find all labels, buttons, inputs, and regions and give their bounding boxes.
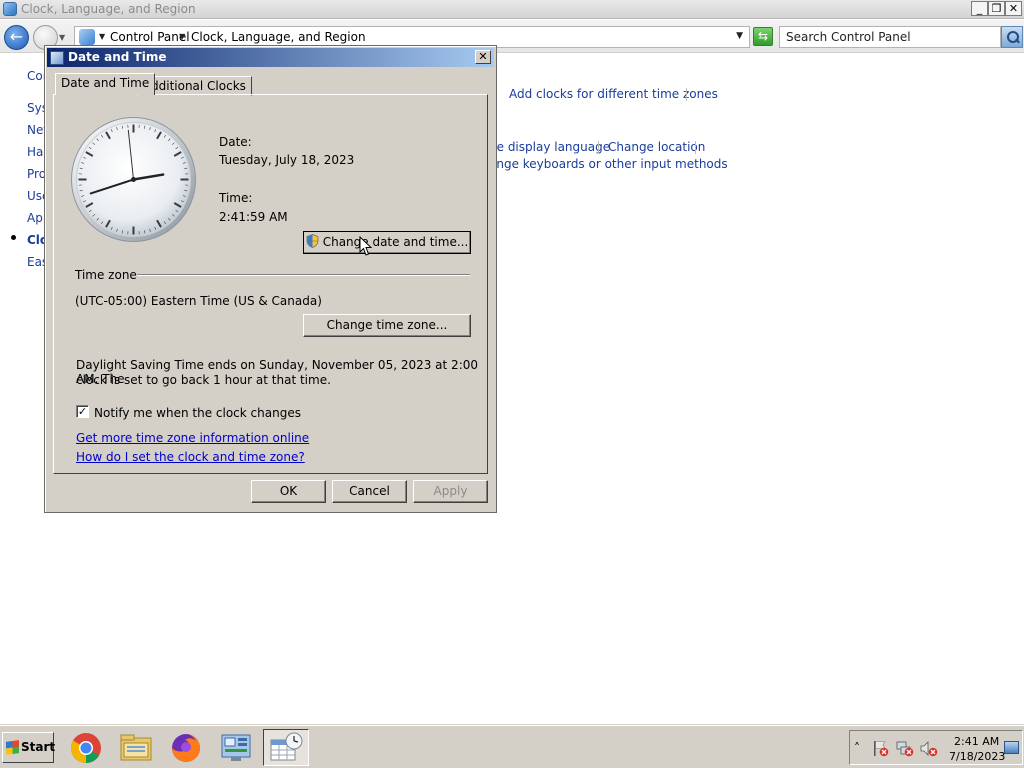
notify-checkbox[interactable]: ✓ — [76, 405, 89, 418]
time-label: Time: — [219, 191, 252, 205]
taskbar-date-time[interactable] — [263, 729, 309, 766]
tab-date-and-time[interactable]: Date and Time — [55, 73, 155, 95]
taskbar-control-panel[interactable] — [213, 729, 259, 766]
dialog-titlebar: Date and Time ✕ — [47, 48, 494, 67]
time-value: 2:41:59 AM — [219, 210, 288, 224]
taskbar-file-explorer[interactable] — [113, 729, 159, 766]
firefox-icon — [163, 729, 209, 766]
current-item-bullet — [11, 235, 16, 240]
control-panel-icon — [3, 2, 17, 16]
chrome-icon — [63, 729, 109, 766]
timezone-value: (UTC-05:00) Eastern Time (US & Canada) — [75, 294, 322, 308]
date-time-icon — [264, 730, 308, 765]
timezone-divider — [137, 274, 470, 276]
tray-time[interactable]: 2:41 AM — [954, 735, 999, 748]
how-to-set-clock-link[interactable]: How do I set the clock and time zone? — [76, 450, 305, 464]
chevron-down-icon[interactable]: ▼ — [179, 32, 185, 41]
start-label: Start — [21, 740, 55, 754]
back-button[interactable]: ← — [4, 25, 29, 50]
recent-pages-dropdown-icon[interactable]: ▼ — [59, 33, 65, 42]
change-time-zone-button[interactable]: Change time zone... — [303, 314, 471, 337]
restore-button[interactable]: ❐ — [988, 1, 1005, 16]
control-panel-icon — [213, 729, 259, 766]
mouse-cursor-icon — [359, 236, 372, 257]
analog-clock-icon — [70, 116, 197, 243]
link-separator — [686, 88, 687, 101]
date-time-dialog: Date and Time ✕ Date and Time Additional… — [44, 45, 497, 513]
tray-expand-icon[interactable]: ˄ — [854, 741, 860, 755]
taskbar-chrome[interactable] — [63, 729, 109, 766]
network-icon[interactable] — [896, 740, 914, 757]
dialog-close-button[interactable]: ✕ — [475, 50, 491, 64]
file-explorer-icon — [113, 729, 159, 766]
change-date-time-button[interactable]: Change date and time... — [303, 231, 471, 254]
refresh-button[interactable]: ⇆ — [753, 27, 773, 46]
minimize-button[interactable]: _ — [971, 1, 988, 16]
volume-muted-icon[interactable] — [920, 740, 938, 757]
change-date-time-label: Change date and time... — [323, 235, 469, 249]
date-value: Tuesday, July 18, 2023 — [219, 153, 354, 167]
notify-checkbox-label[interactable]: Notify me when the clock changes — [94, 406, 301, 420]
start-button[interactable]: Start — [2, 732, 54, 763]
system-tray: ˄ 2:41 AM 7/18/2023 — [849, 730, 1023, 765]
taskbar-firefox[interactable] — [163, 729, 209, 766]
date-time-icon — [50, 51, 64, 65]
change-display-language-link[interactable]: ge display language — [489, 140, 610, 154]
ok-button[interactable]: OK — [251, 480, 326, 503]
apply-button[interactable]: Apply — [413, 480, 488, 503]
search-input[interactable]: Search Control Panel — [779, 26, 1001, 48]
action-center-flag-icon[interactable] — [872, 740, 890, 757]
dialog-title: Date and Time — [68, 50, 166, 64]
close-button[interactable]: ✕ — [1005, 1, 1022, 16]
tray-date[interactable]: 7/18/2023 — [949, 750, 1005, 763]
cancel-button[interactable]: Cancel — [332, 480, 407, 503]
control-panel-icon — [79, 29, 95, 45]
window-title: Clock, Language, and Region — [21, 2, 196, 16]
address-dropdown-icon[interactable]: ▼ — [736, 31, 743, 41]
change-keyboards-link[interactable]: ange keyboards or other input methods — [489, 157, 728, 171]
date-label: Date: — [219, 135, 252, 149]
chevron-down-icon[interactable]: ▼ — [99, 32, 105, 41]
search-icon[interactable] — [1001, 26, 1023, 48]
window-titlebar: Clock, Language, and Region _ ❐ ✕ — [0, 0, 1024, 19]
windows-logo-icon — [6, 740, 19, 755]
dst-notice-line-2: clock is set to go back 1 hour at that t… — [76, 373, 331, 387]
link-separator — [695, 141, 696, 154]
change-location-link[interactable]: Change location — [608, 140, 705, 154]
timezone-header: Time zone — [75, 268, 137, 282]
link-separator — [598, 141, 599, 154]
time-zone-info-link[interactable]: Get more time zone information online — [76, 431, 309, 445]
uac-shield-icon — [306, 234, 319, 248]
breadcrumb-control-panel[interactable]: Control Panel — [110, 30, 190, 44]
breadcrumb-clock-language-region[interactable]: Clock, Language, and Region — [191, 30, 366, 44]
show-desktop-icon[interactable] — [1004, 741, 1019, 754]
taskbar: Start — [0, 725, 1024, 768]
